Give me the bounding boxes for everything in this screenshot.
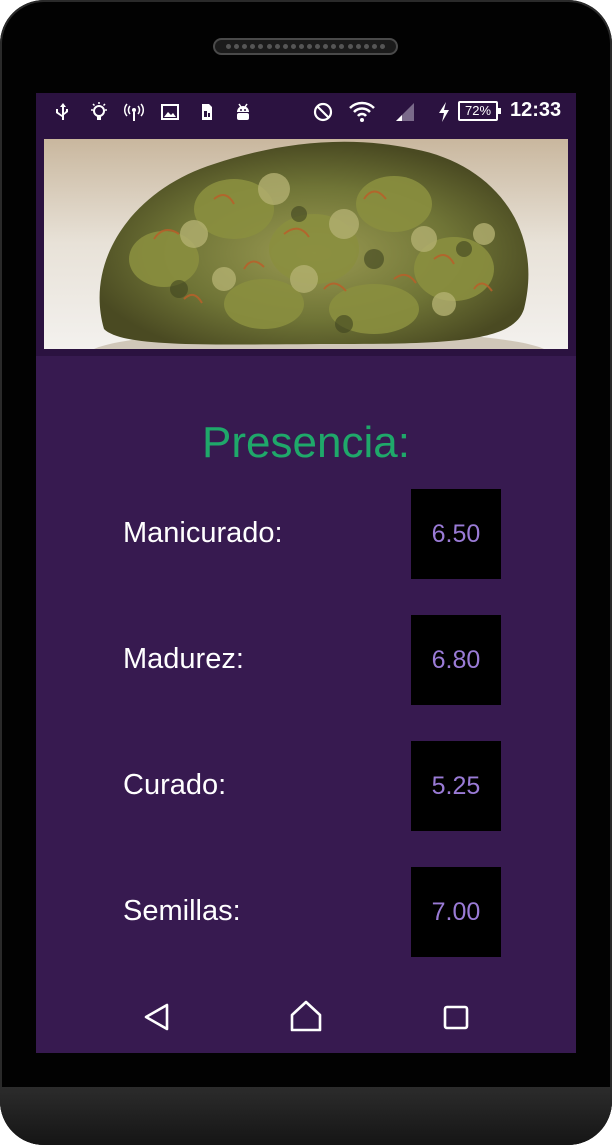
phone-chin	[0, 1087, 612, 1145]
app-screen: 72% 12:33 Presencia: Manicurado: 6.50 Ma…	[36, 93, 576, 1053]
recents-icon[interactable]	[434, 995, 478, 1039]
status-clock: 12:33	[510, 99, 562, 121]
battery-indicator: 72%	[458, 101, 501, 121]
rating-row-madurez: Madurez: 6.80	[36, 615, 576, 705]
rating-value-field[interactable]: 6.50	[411, 489, 501, 579]
image-icon	[159, 101, 181, 123]
rating-label: Semillas:	[123, 895, 241, 927]
header-image	[44, 139, 568, 349]
navigation-bar	[36, 983, 576, 1053]
header-image-frame	[36, 131, 576, 356]
section-title: Presencia:	[202, 418, 410, 467]
home-icon[interactable]	[284, 995, 328, 1039]
back-icon[interactable]	[134, 995, 178, 1039]
phone-frame: 72% 12:33 Presencia: Manicurado: 6.50 Ma…	[0, 0, 612, 1145]
android-icon	[232, 101, 254, 123]
rating-row-manicurado: Manicurado: 6.50	[36, 489, 576, 579]
rating-label: Madurez:	[123, 643, 244, 675]
rating-value-field[interactable]: 5.25	[411, 741, 501, 831]
status-bar: 72% 12:33	[36, 93, 576, 131]
speaker-grille	[213, 38, 398, 55]
charging-icon	[436, 101, 452, 123]
rating-row-curado: Curado: 5.25	[36, 741, 576, 831]
signal-icon	[394, 101, 416, 123]
usb-icon	[52, 101, 74, 123]
sim-icon	[195, 101, 217, 123]
lightbulb-icon	[88, 101, 110, 123]
rating-label: Curado:	[123, 769, 227, 801]
do-not-disturb-icon	[312, 101, 334, 123]
rating-value-field[interactable]: 7.00	[411, 867, 501, 957]
wifi-icon	[348, 101, 376, 123]
rating-value-field[interactable]: 6.80	[411, 615, 501, 705]
rating-label: Manicurado:	[123, 517, 283, 549]
hotspot-icon	[123, 101, 145, 123]
rating-row-semillas: Semillas: 7.00	[36, 867, 576, 957]
